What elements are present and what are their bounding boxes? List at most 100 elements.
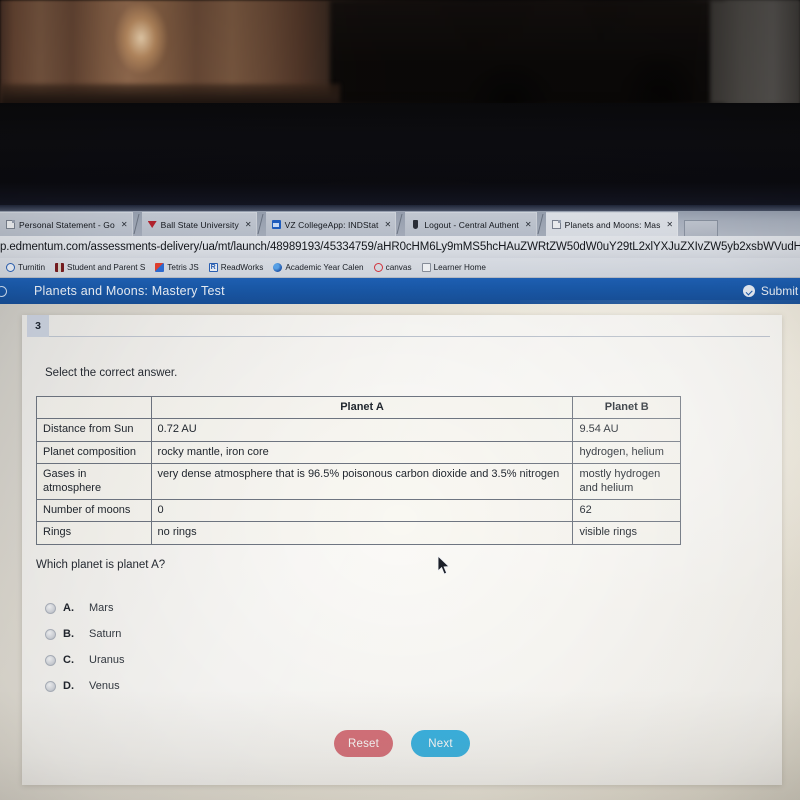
- option-label: Saturn: [89, 628, 122, 640]
- row-label: Number of moons: [36, 499, 152, 523]
- option-label: Venus: [89, 680, 120, 692]
- readworks-icon: R: [208, 263, 218, 272]
- question-prompt: Select the correct answer.: [45, 367, 178, 379]
- radio-button[interactable]: [45, 628, 56, 640]
- tetris-icon: [155, 263, 165, 272]
- tab-separator: [536, 212, 546, 236]
- bookmarks-bar: Turnitin Student and Parent S Tetris JS …: [0, 258, 800, 278]
- close-icon[interactable]: ✕: [121, 220, 128, 229]
- radio-button[interactable]: [45, 602, 56, 614]
- doc-icon: [6, 220, 15, 229]
- student-parent-icon: [55, 263, 64, 272]
- tab-separator: [396, 212, 406, 236]
- circle-menu-icon[interactable]: [0, 286, 7, 297]
- academic-calendar-icon: [273, 263, 283, 272]
- new-tab-button[interactable]: [684, 220, 719, 236]
- answer-option-a[interactable]: A. Mars: [36, 595, 336, 621]
- turnitin-icon: [6, 263, 15, 272]
- background-furniture-silhouette: [330, 0, 725, 105]
- option-label: Mars: [89, 602, 114, 614]
- browser-tab-logout-central-auth[interactable]: Logout - Central Authent ✕: [405, 212, 537, 236]
- row-label: Planet composition: [36, 440, 152, 465]
- table-header-planet-b: Planet B: [572, 395, 681, 420]
- canvas-icon: [373, 263, 383, 272]
- assessment-page-body: 3 Select the correct answer. Planet A Pl…: [0, 304, 800, 800]
- close-icon[interactable]: ✕: [666, 220, 673, 229]
- address-bar[interactable]: p.edmentum.com/assessments-delivery/ua/m…: [0, 236, 800, 258]
- question-card: 3 Select the correct answer. Planet A Pl…: [22, 315, 782, 785]
- bookmark-academic-year-calendar[interactable]: Academic Year Calen: [273, 263, 369, 272]
- bookmark-label: Academic Year Calen: [285, 263, 364, 272]
- table-row: Distance from Sun 0.72 AU 9.54 AU: [36, 418, 681, 442]
- row-planet-a-value: 0.72 AU: [150, 418, 574, 442]
- check-circle-icon: [742, 285, 755, 297]
- tab-title: Planets and Moons: Mas: [564, 219, 661, 230]
- planet-comparison-table: Planet A Planet B Distance from Sun 0.72…: [36, 395, 681, 545]
- close-icon[interactable]: ✕: [525, 220, 532, 229]
- answer-option-d[interactable]: D. Venus: [36, 673, 336, 699]
- background-wall: [710, 0, 800, 104]
- browser-tab-collegeapp[interactable]: VZ CollegeApp: INDStat ✕: [265, 212, 397, 236]
- bookmark-canvas[interactable]: canvas: [373, 263, 418, 272]
- browser-tab-personal-statement[interactable]: Personal Statement - Go ✕: [0, 212, 133, 236]
- table-row: Rings no rings visible rings: [36, 521, 681, 545]
- answer-option-c[interactable]: C. Uranus: [36, 647, 336, 673]
- row-planet-b-value: visible rings: [572, 521, 681, 545]
- browser-tab-planets-and-moons[interactable]: Planets and Moons: Mas ✕: [545, 212, 679, 236]
- bookmark-label: Student and Parent S: [67, 263, 146, 272]
- tab-separator: [132, 212, 142, 236]
- table-row: Planet composition rocky mantle, iron co…: [36, 440, 681, 465]
- bookmark-tetris-js[interactable]: Tetris JS: [155, 263, 204, 272]
- row-label: Distance from Sun: [36, 418, 152, 442]
- browser-tab-strip: Personal Statement - Go ✕ Ball State Uni…: [0, 211, 800, 236]
- action-button-row: Reset Next: [22, 730, 782, 757]
- close-icon[interactable]: ✕: [245, 220, 252, 229]
- reset-button[interactable]: Reset: [334, 730, 393, 757]
- bookmark-label: ReadWorks: [220, 263, 264, 272]
- row-planet-a-value: no rings: [150, 521, 574, 545]
- tab-title: Ball State University: [160, 219, 239, 230]
- bookmark-student-and-parent[interactable]: Student and Parent S: [55, 263, 151, 272]
- table-header-blank: [36, 395, 152, 420]
- browser-window: Personal Statement - Go ✕ Ball State Uni…: [0, 211, 800, 800]
- tab-title: Personal Statement - Go: [19, 219, 115, 230]
- row-planet-b-value: hydrogen, helium: [572, 440, 681, 465]
- laptop-bezel: [0, 103, 800, 213]
- bookmark-learner-home[interactable]: Learner Home: [421, 263, 492, 272]
- divider: [49, 336, 770, 337]
- tab-title: Logout - Central Authent: [424, 219, 519, 230]
- close-icon[interactable]: ✕: [385, 220, 392, 229]
- row-planet-b-value: 62: [572, 499, 681, 523]
- table-header-row: Planet A Planet B: [36, 395, 681, 420]
- answer-option-b[interactable]: B. Saturn: [36, 621, 336, 647]
- ball-state-icon: [148, 220, 157, 229]
- table-row: Gases in atmosphere very dense atmospher…: [36, 463, 681, 501]
- doc-icon: [551, 220, 561, 229]
- bookmark-label: Learner Home: [433, 263, 486, 272]
- page-title: Planets and Moons: Mastery Test: [34, 284, 225, 298]
- radio-button[interactable]: [45, 654, 56, 666]
- bookmark-turnitin[interactable]: Turnitin: [6, 263, 51, 272]
- address-bar-url: p.edmentum.com/assessments-delivery/ua/m…: [0, 241, 800, 253]
- bookmark-label: Tetris JS: [167, 263, 199, 272]
- question-text: Which planet is planet A?: [36, 559, 166, 571]
- option-letter: A.: [63, 602, 74, 614]
- submit-test-button[interactable]: Submit Te: [742, 278, 800, 304]
- option-letter: B.: [63, 628, 74, 640]
- option-label: Uranus: [89, 654, 125, 666]
- row-planet-b-value: mostly hydrogen and helium: [572, 463, 681, 501]
- next-button[interactable]: Next: [411, 730, 470, 757]
- row-label: Gases in atmosphere: [36, 463, 152, 501]
- tab-separator: [256, 212, 266, 236]
- radio-button[interactable]: [45, 680, 56, 692]
- submit-test-label: Submit Te: [760, 284, 800, 298]
- iu-trident-icon: [411, 220, 420, 229]
- tab-title: VZ CollegeApp: INDStat: [284, 219, 379, 230]
- bookmark-readworks[interactable]: R ReadWorks: [208, 263, 270, 272]
- row-planet-a-value: 0: [150, 499, 574, 523]
- browser-tab-ball-state[interactable]: Ball State University ✕: [141, 212, 257, 236]
- app-header-bar: Planets and Moons: Mastery Test Submit T…: [0, 278, 800, 304]
- answer-options-list: A. Mars B. Saturn C. Uranus D. Venus: [36, 595, 336, 699]
- option-letter: C.: [63, 654, 74, 666]
- row-label: Rings: [36, 521, 152, 545]
